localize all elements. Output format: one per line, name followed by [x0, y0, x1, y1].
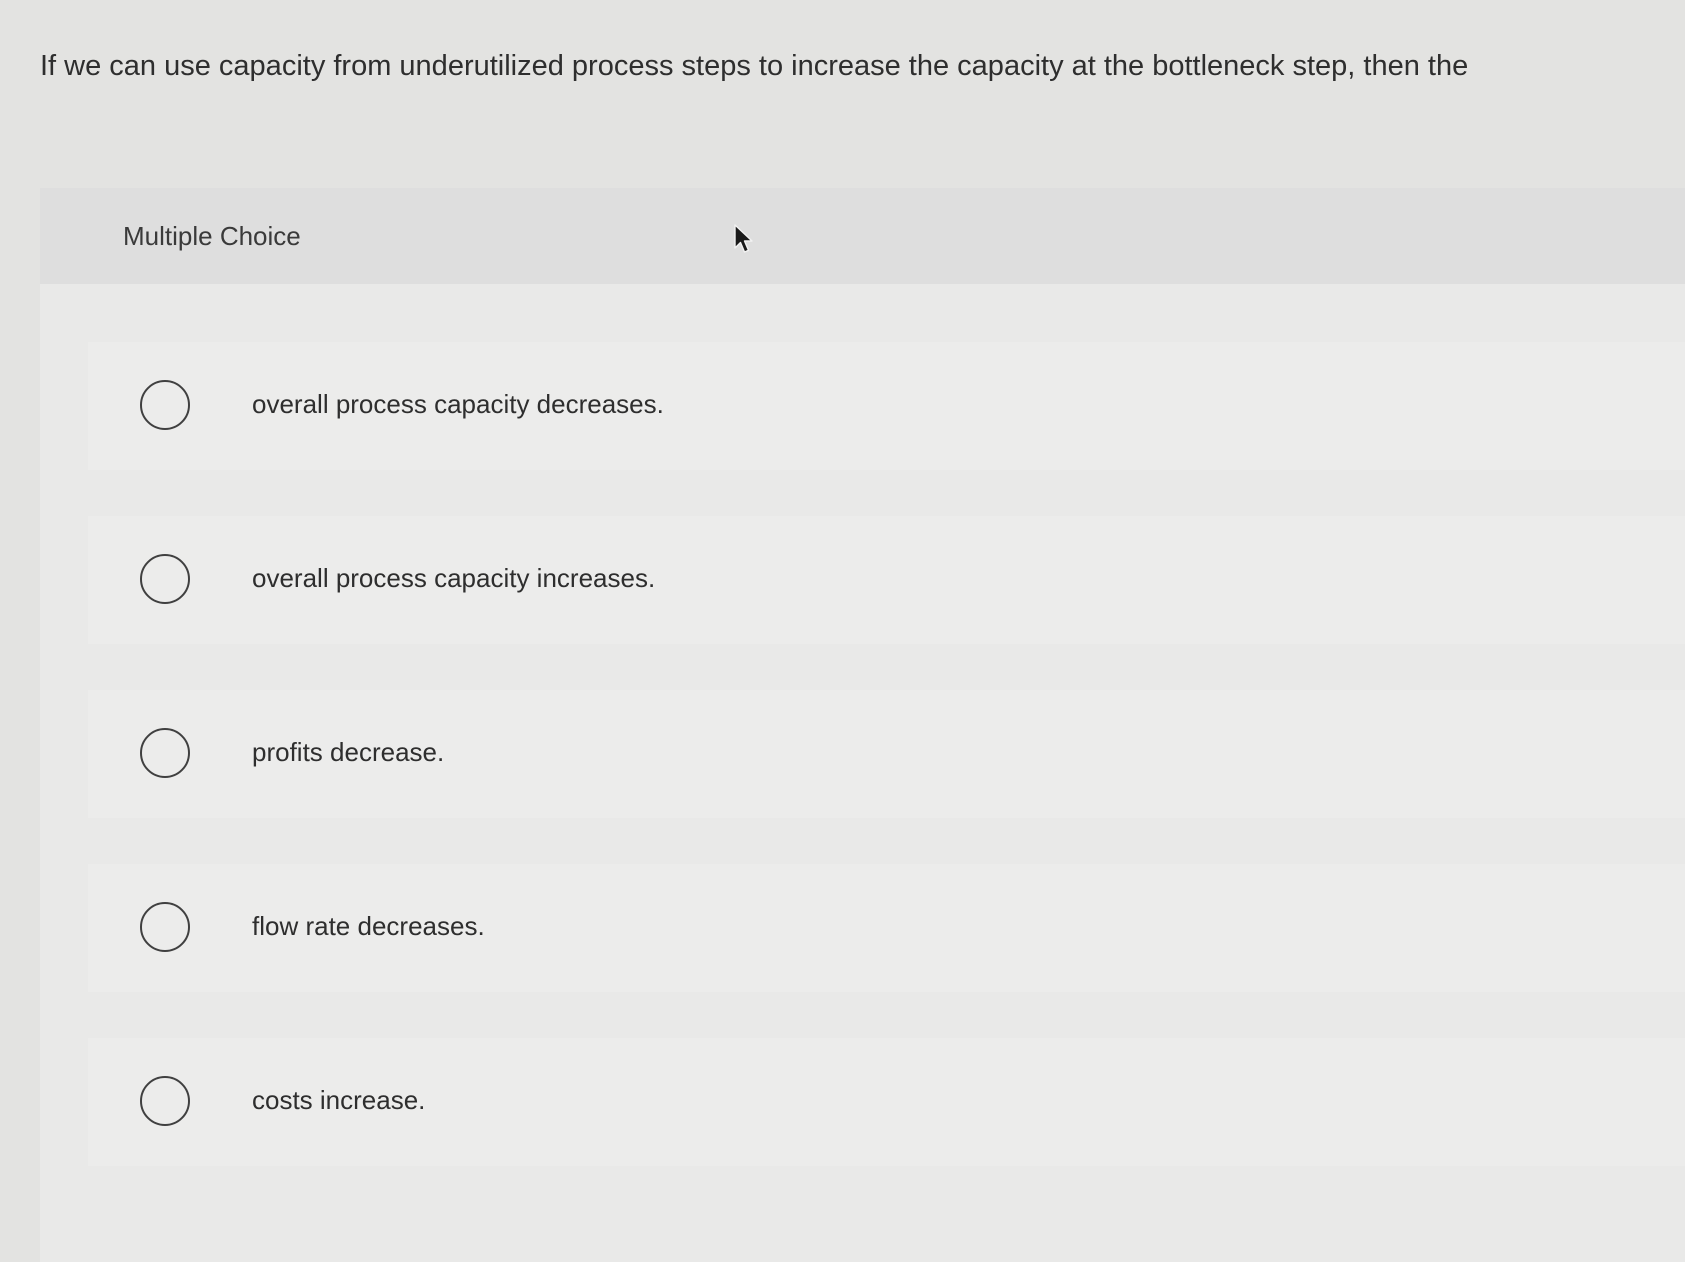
- radio-circle-icon[interactable]: [140, 380, 190, 430]
- answer-option-5[interactable]: costs increase.: [88, 1038, 1685, 1166]
- answer-option-2[interactable]: overall process capacity increases.: [88, 516, 1685, 644]
- answer-option-1[interactable]: overall process capacity decreases.: [88, 342, 1685, 470]
- radio-circle-icon[interactable]: [140, 902, 190, 952]
- panel-header: Multiple Choice: [40, 188, 1685, 284]
- panel-title: Multiple Choice: [123, 221, 301, 251]
- answer-option-label: overall process capacity increases.: [252, 563, 656, 593]
- radio-circle-icon[interactable]: [140, 728, 190, 778]
- answer-options: overall process capacity decreases. over…: [88, 342, 1685, 1212]
- answer-option-3[interactable]: profits decrease.: [88, 690, 1685, 818]
- answer-option-label: flow rate decreases.: [252, 911, 485, 941]
- answer-option-label: costs increase.: [252, 1085, 426, 1115]
- question-text: If we can use capacity from underutilize…: [40, 50, 1469, 82]
- radio-circle-icon[interactable]: [140, 554, 190, 604]
- answer-option-label: profits decrease.: [252, 737, 445, 767]
- answer-option-4[interactable]: flow rate decreases.: [88, 864, 1685, 992]
- mouse-pointer-icon: [734, 224, 753, 253]
- radio-circle-icon[interactable]: [140, 1076, 190, 1126]
- answer-option-label: overall process capacity decreases.: [252, 389, 664, 419]
